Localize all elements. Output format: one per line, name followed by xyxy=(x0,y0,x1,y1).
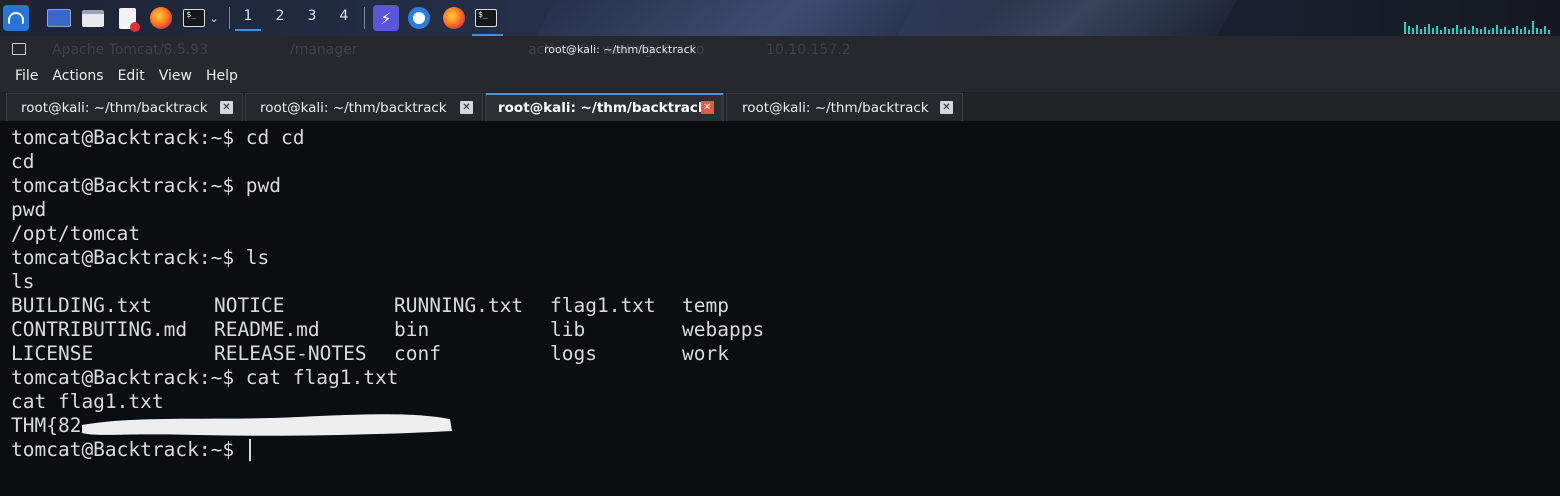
top-panel: $_ ⌄ 1 2 3 4 ⚡ $_ xyxy=(0,0,1560,36)
wallpaper-decoration xyxy=(871,0,1249,36)
ls-entry: flag1.txt xyxy=(550,294,656,317)
terminal-line: tomcat@Backtrack:~$ pwd xyxy=(11,174,282,197)
file-manager-icon[interactable] xyxy=(80,5,106,31)
terminal-line: ls xyxy=(11,270,35,293)
ls-entry: LICENSE xyxy=(11,342,94,365)
background-tab-ghost: Apache Tomcat/8.5.93 xyxy=(52,42,209,58)
ls-entry: webapps xyxy=(682,318,765,341)
terminal-line: tomcat@Backtrack:~$ cat flag1.txt xyxy=(11,366,399,389)
chevron-down-icon[interactable]: ⌄ xyxy=(209,12,218,25)
panel-separator xyxy=(229,7,230,29)
redaction-scribble xyxy=(82,414,452,436)
terminal-prompt: tomcat@Backtrack:~$ xyxy=(11,438,246,461)
cpu-graph-icon xyxy=(1404,21,1550,34)
close-icon[interactable]: ✕ xyxy=(220,101,233,114)
ls-entry: work xyxy=(682,342,729,365)
flag-line: THM{82 xyxy=(11,414,82,437)
terminal-app-icon xyxy=(12,43,26,55)
text-cursor xyxy=(249,439,251,461)
terminal-window-icon[interactable]: $_ xyxy=(472,5,503,36)
ls-entry: conf xyxy=(394,342,441,365)
workspace-4[interactable]: 4 xyxy=(329,8,359,24)
menu-actions[interactable]: Actions xyxy=(52,64,103,92)
workspace-1[interactable]: 1 xyxy=(233,8,263,31)
tab-terminal-1[interactable]: root@kali: ~/thm/backtrack ✕ xyxy=(6,93,243,121)
ls-entry: bin xyxy=(394,318,430,341)
window-title: root@kali: ~/thm/backtrack xyxy=(544,43,697,56)
ls-entry: RELEASE-NOTES xyxy=(214,342,367,365)
firefox-icon[interactable] xyxy=(148,5,174,31)
tab-label: root@kali: ~/thm/backtrack xyxy=(260,99,447,116)
ls-entry: logs xyxy=(550,342,597,365)
menu-help[interactable]: Help xyxy=(206,64,238,92)
firefox-icon[interactable] xyxy=(441,5,467,31)
menu-bar: File Actions Edit View Help xyxy=(0,64,1560,92)
ls-entry: lib xyxy=(550,318,586,341)
tab-label: root@kali: ~/thm/backtrack xyxy=(742,99,929,116)
kali-menu-icon[interactable] xyxy=(3,5,29,31)
close-icon[interactable]: ✕ xyxy=(940,101,953,114)
tab-label: root@kali: ~/thm/backtrack xyxy=(21,99,208,116)
ls-entry: BUILDING.txt xyxy=(11,294,152,317)
menu-view[interactable]: View xyxy=(159,64,192,92)
tab-terminal-2[interactable]: root@kali: ~/thm/backtrack ✕ xyxy=(245,93,483,121)
ls-entry: RUNNING.txt xyxy=(394,294,524,317)
terminal-line: cd xyxy=(11,150,35,173)
window-titlebar[interactable]: Apache Tomcat/8.5.93 /manager active: 0 … xyxy=(0,36,1560,64)
ls-entry: NOTICE xyxy=(214,294,285,317)
terminal-line: tomcat@Backtrack:~$ ls xyxy=(11,246,270,269)
close-icon[interactable]: ✕ xyxy=(460,101,473,114)
tab-bar: root@kali: ~/thm/backtrack ✕ root@kali: … xyxy=(0,92,1560,121)
workspace-3[interactable]: 3 xyxy=(297,8,327,24)
tab-terminal-4[interactable]: root@kali: ~/thm/backtrack ✕ xyxy=(726,93,963,121)
tab-label: root@kali: ~/thm/backtrack xyxy=(498,99,707,116)
chromium-icon[interactable] xyxy=(406,5,432,31)
menu-edit[interactable]: Edit xyxy=(118,64,145,92)
menu-file[interactable]: File xyxy=(15,64,38,92)
terminal-line: pwd xyxy=(11,198,47,221)
background-tab-ghost: /manager xyxy=(290,42,358,58)
terminal-line: /opt/tomcat xyxy=(11,222,141,245)
tab-terminal-3[interactable]: root@kali: ~/thm/backtrack ✕ xyxy=(485,93,724,121)
ls-entry: temp xyxy=(682,294,729,317)
bolt-app-icon[interactable]: ⚡ xyxy=(373,5,399,31)
text-editor-icon[interactable] xyxy=(114,5,140,32)
workspace-2[interactable]: 2 xyxy=(265,8,295,24)
terminal-dropdown-icon[interactable]: $_ ⌄ xyxy=(178,5,224,31)
close-icon[interactable]: ✕ xyxy=(701,101,714,114)
terminal-line: tomcat@Backtrack:~$ cd cd xyxy=(11,126,305,149)
terminal-launcher-icon[interactable] xyxy=(46,5,72,31)
terminal-output[interactable]: tomcat@Backtrack:~$ cd cd cd tomcat@Back… xyxy=(0,121,1560,496)
ls-entry: README.md xyxy=(214,318,320,341)
ls-entry: CONTRIBUTING.md xyxy=(11,318,188,341)
panel-separator xyxy=(364,7,365,29)
